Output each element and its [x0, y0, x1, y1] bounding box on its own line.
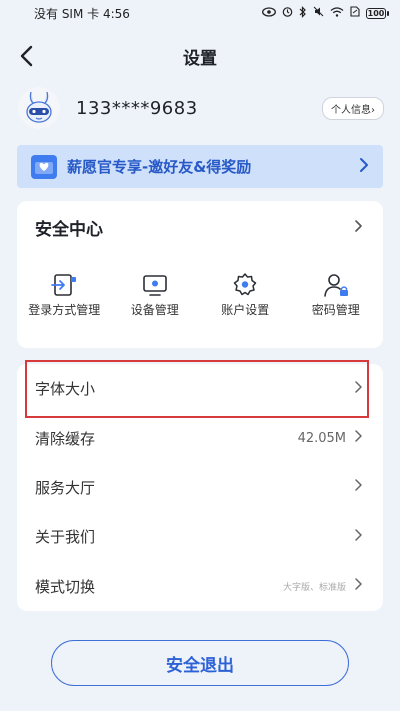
- alarm-icon: [282, 6, 293, 20]
- rabbit-avatar-icon: [26, 91, 52, 123]
- mode-options-value: 大字版、标准版: [282, 582, 346, 593]
- security-item-login-method[interactable]: 登录方式管理: [21, 271, 107, 318]
- bluetooth-icon: [299, 5, 307, 21]
- security-item-label: 密码管理: [311, 303, 360, 317]
- profile-info-button[interactable]: 个人信息›: [322, 96, 384, 120]
- settings-row-about-us[interactable]: 关于我们: [17, 512, 383, 561]
- settings-row-mode-switch[interactable]: 模式切换 大字版、标准版: [17, 562, 383, 611]
- nav-bar: 设置: [0, 36, 400, 76]
- security-item-label: 账户设置: [221, 303, 270, 317]
- chevron-left-icon: [20, 45, 33, 67]
- settings-row-clear-cache[interactable]: 清除缓存 42.05M: [17, 413, 383, 462]
- page-title: 设置: [183, 48, 217, 69]
- eye-icon: [262, 6, 276, 20]
- chevron-right-icon: [354, 429, 363, 447]
- security-center-card: 安全中心 登录方式管理 设备管理 账户设置 密码管理: [17, 201, 383, 348]
- settings-row-font-size[interactable]: 字体大小: [17, 364, 383, 413]
- security-item-label: 登录方式管理: [28, 303, 101, 317]
- chevron-right-icon: [354, 380, 363, 398]
- security-item-account-settings[interactable]: 账户设置: [202, 271, 288, 318]
- chevron-right-icon: [354, 528, 363, 546]
- chevron-right-icon: [359, 157, 369, 177]
- chevron-right-icon: [354, 478, 363, 496]
- settings-row-label: 清除缓存: [35, 429, 96, 448]
- sim-icon: [350, 6, 360, 20]
- login-method-icon: [49, 271, 79, 299]
- profile-row[interactable]: 133****9683 个人信息›: [18, 86, 384, 130]
- settings-row-label: 服务大厅: [35, 478, 96, 497]
- battery-icon: 100: [366, 7, 389, 19]
- security-center-header[interactable]: 安全中心: [17, 201, 383, 253]
- invite-promo-banner[interactable]: 薪愿官专享-邀好友&得奖励: [17, 145, 383, 188]
- security-center-title: 安全中心: [35, 219, 103, 240]
- promo-text: 薪愿官专享-邀好友&得奖励: [67, 158, 252, 176]
- chevron-right-icon: [354, 218, 363, 237]
- carrier-time: 没有 SIM 卡 4:56: [34, 6, 130, 21]
- device-icon: [140, 271, 170, 299]
- security-items: 登录方式管理 设备管理 账户设置 密码管理: [17, 253, 383, 318]
- status-icons: 100: [262, 5, 389, 21]
- status-bar: 没有 SIM 卡 4:56 100: [0, 0, 400, 26]
- avatar[interactable]: [18, 87, 60, 129]
- back-button[interactable]: [14, 42, 42, 70]
- mute-icon: [313, 6, 324, 20]
- settings-row-label: 模式切换: [35, 577, 96, 596]
- settings-row-service-hall[interactable]: 服务大厅: [17, 463, 383, 512]
- chevron-right-icon: [354, 577, 363, 595]
- logout-button[interactable]: 安全退出: [51, 640, 349, 686]
- mail-heart-icon: [31, 154, 57, 179]
- settings-row-label: 字体大小: [35, 380, 96, 399]
- cache-size-value: 42.05M: [297, 430, 346, 446]
- settings-row-label: 关于我们: [35, 528, 96, 547]
- security-item-device[interactable]: 设备管理: [112, 271, 198, 318]
- password-icon: [321, 271, 351, 299]
- security-item-password[interactable]: 密码管理: [293, 271, 379, 318]
- account-settings-icon: [230, 271, 260, 299]
- security-item-label: 设备管理: [130, 303, 179, 317]
- settings-list-card: 字体大小 清除缓存 42.05M 服务大厅 关于我们 模式切换 大字版、标准版: [17, 364, 383, 611]
- phone-number: 133****9683: [76, 97, 198, 119]
- wifi-icon: [330, 6, 344, 20]
